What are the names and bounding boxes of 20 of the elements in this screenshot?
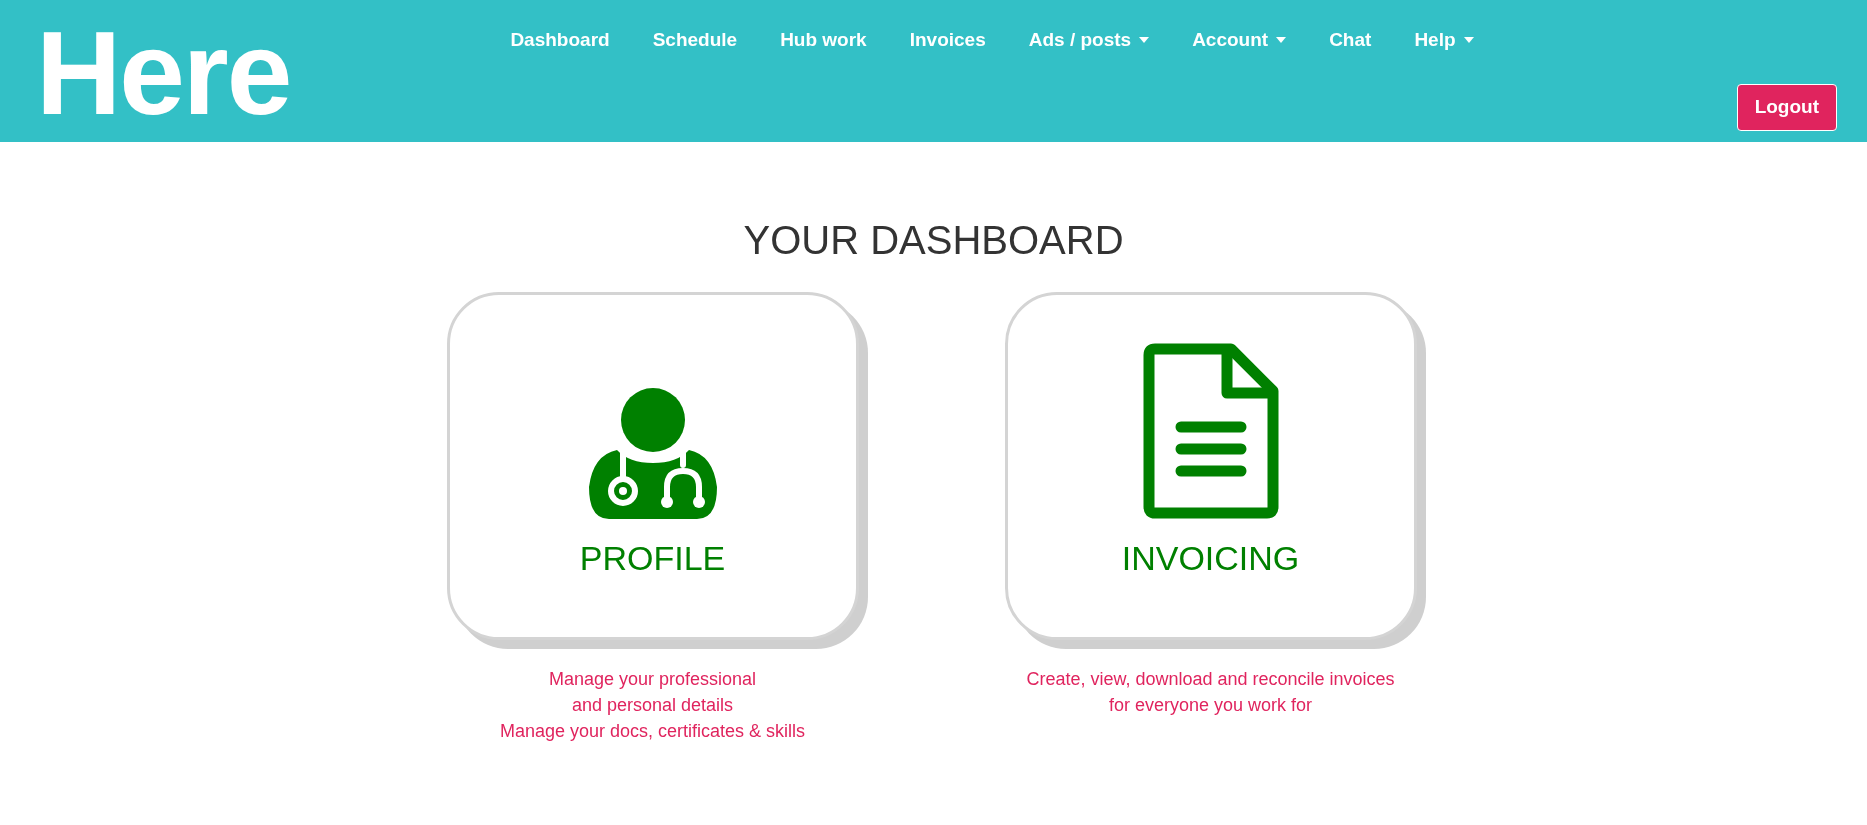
card-description: Create, view, download and reconcile invoices for everyone you work for — [1026, 668, 1395, 717]
nav-link[interactable]: Hub work — [780, 26, 867, 55]
nav-link[interactable]: Invoices — [909, 26, 986, 55]
logo[interactable]: Here — [36, 14, 291, 132]
card-title: PROFILE — [579, 541, 726, 575]
doctor-stethoscope-icon — [586, 387, 719, 519]
nav-link[interactable]: Chat — [1329, 26, 1372, 55]
nav-link[interactable]: Dashboard — [510, 26, 610, 55]
nav-dropdown[interactable]: Help — [1414, 26, 1474, 55]
nav-dropdown[interactable]: Ads / posts — [1028, 26, 1150, 55]
page-title: YOUR DASHBOARD — [743, 220, 1124, 260]
nav-link[interactable]: Schedule — [652, 26, 738, 55]
logout-button[interactable]: Logout — [1736, 84, 1837, 131]
caret-icon — [1139, 37, 1150, 44]
nav-dropdown[interactable]: Account — [1192, 26, 1287, 55]
caret-icon — [1276, 37, 1287, 44]
caret-icon — [1463, 37, 1474, 44]
card-title: INVOICING — [1121, 541, 1300, 575]
document-icon — [1142, 343, 1279, 519]
card-description: Manage your professional and personal details Manage your docs, certificates & skills — [499, 668, 806, 743]
